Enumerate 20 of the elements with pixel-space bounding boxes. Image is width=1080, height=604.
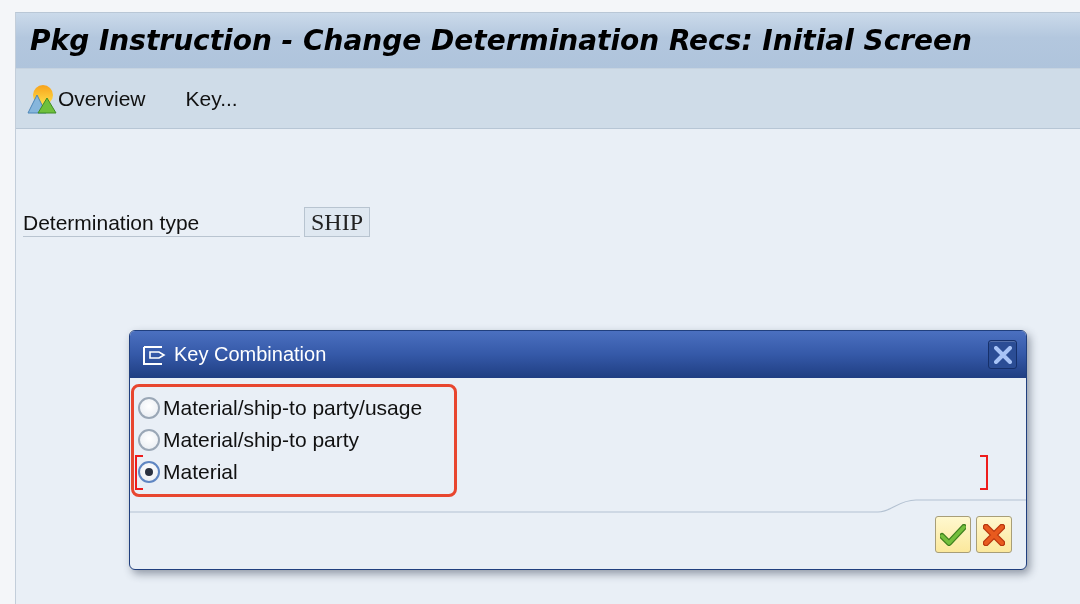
input-field[interactable]: SHIP [304, 207, 370, 237]
radio-label[interactable]: Material/ship-to party [163, 428, 360, 452]
radio-label[interactable]: Material/ship-to party/usage [163, 396, 423, 420]
close-icon [993, 345, 1012, 364]
cross-icon [983, 523, 1005, 546]
check-icon [940, 523, 966, 546]
dialog-title: Key Combination [174, 343, 327, 366]
confirm-button[interactable] [935, 516, 971, 553]
cancel-button[interactable] [976, 516, 1012, 553]
toolbar-button[interactable]: Key... [185, 86, 238, 111]
overview-button[interactable]: Overview [27, 83, 146, 114]
mountain-sun-icon [27, 83, 57, 114]
window-icon [142, 343, 166, 366]
radio-button[interactable] [138, 429, 160, 451]
radio-label[interactable]: Material [163, 460, 238, 484]
window-title: Pkg Instruction - Change Determination Recs: Initial Screen [30, 24, 972, 57]
field-label: Determination type [23, 210, 300, 237]
radio-button[interactable] [138, 397, 160, 419]
close-button[interactable] [988, 340, 1017, 369]
radio-button[interactable] [138, 461, 160, 483]
